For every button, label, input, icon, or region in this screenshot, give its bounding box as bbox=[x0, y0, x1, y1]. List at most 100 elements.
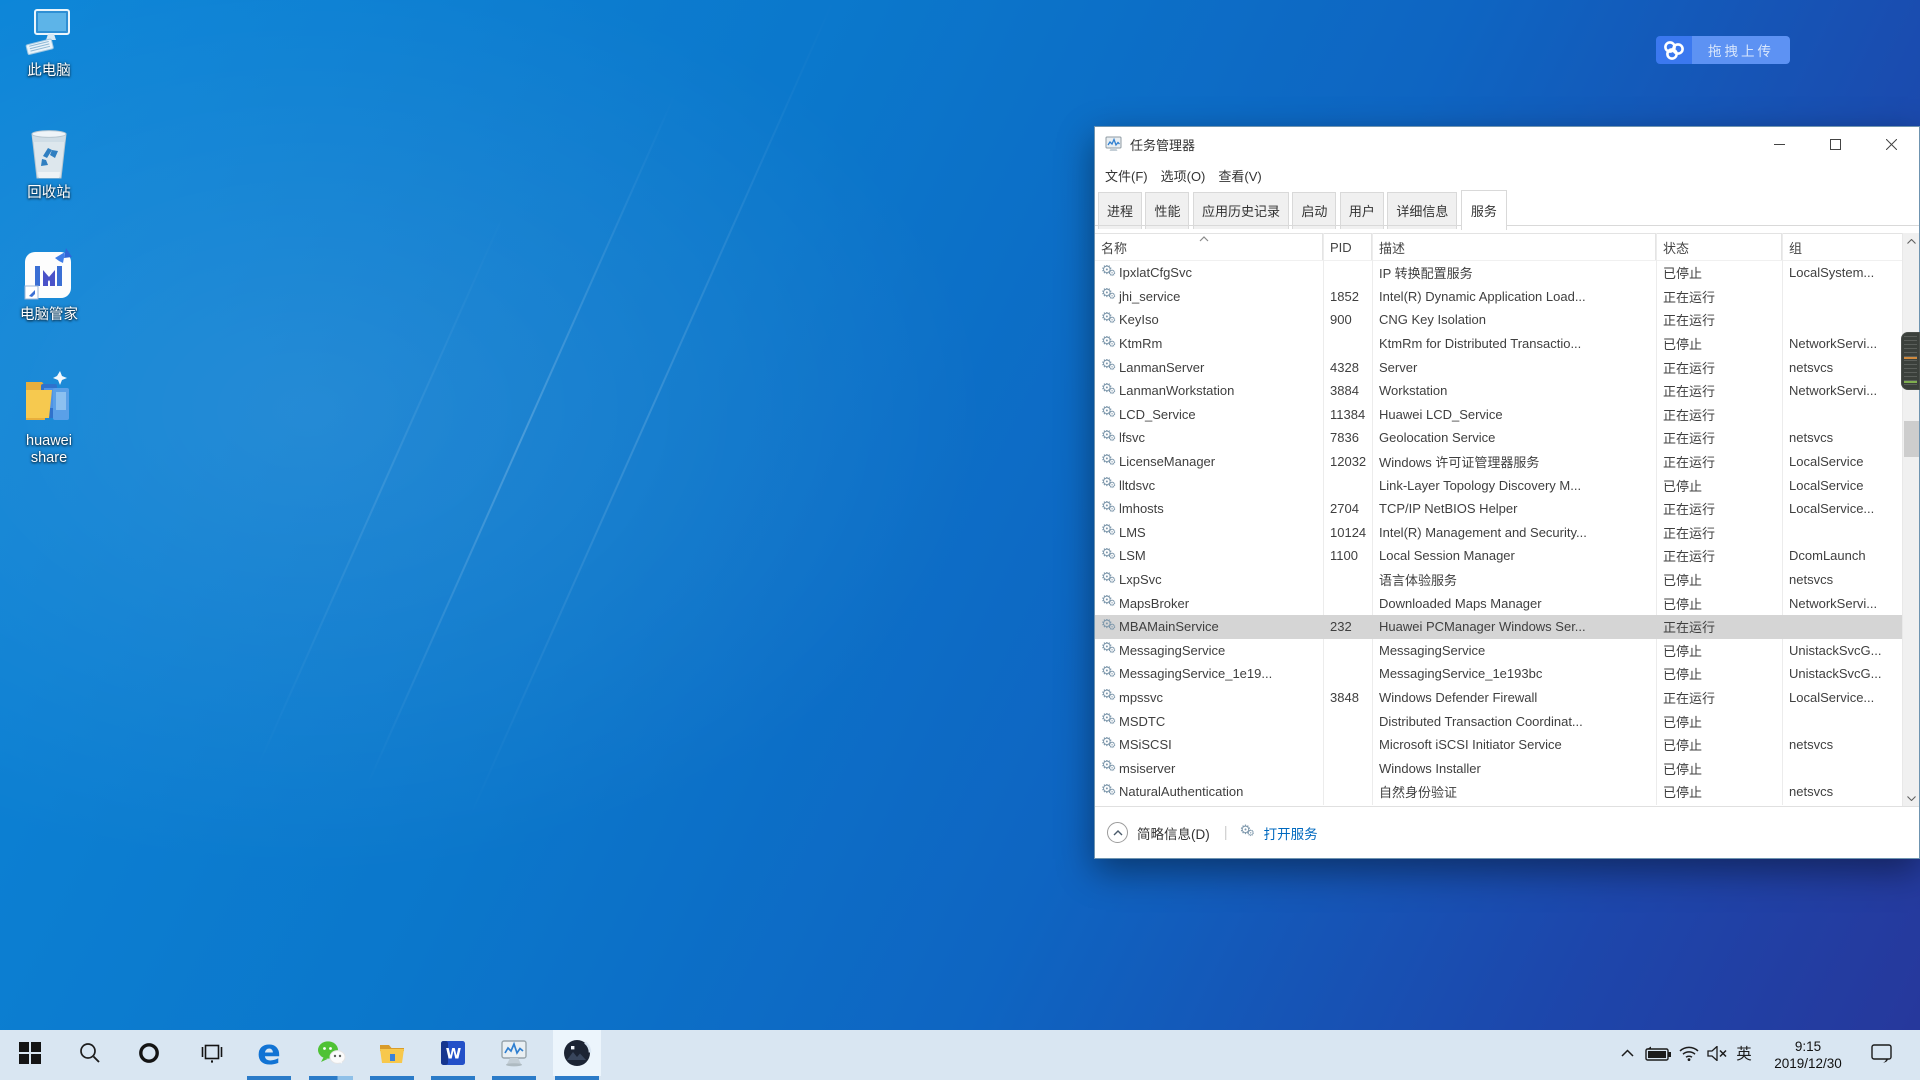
tab-details[interactable]: 详细信息 bbox=[1387, 192, 1457, 229]
running-indicator-word bbox=[431, 1076, 475, 1080]
service-group: UnistackSvcG... bbox=[1782, 666, 1904, 681]
service-group: NetworkServi... bbox=[1782, 596, 1904, 611]
taskbar-app-word[interactable]: W bbox=[429, 1030, 477, 1076]
table-row[interactable]: LanmanWorkstation 3884 Workstation 正在运行 … bbox=[1095, 379, 1904, 403]
service-status: 已停止 bbox=[1656, 735, 1782, 754]
table-row[interactable]: MSDTC Distributed Transaction Coordinat.… bbox=[1095, 709, 1904, 733]
battery-charging-icon bbox=[1645, 1046, 1672, 1061]
service-gear-icon bbox=[1101, 572, 1119, 588]
service-name: mpssvc bbox=[1119, 690, 1163, 705]
scrollbar-thumb[interactable] bbox=[1904, 421, 1919, 457]
service-name: msiserver bbox=[1119, 761, 1175, 776]
service-pid: 7836 bbox=[1323, 430, 1372, 445]
service-description: Windows Defender Firewall bbox=[1372, 690, 1656, 705]
taskbar-app-wechat[interactable] bbox=[307, 1030, 355, 1076]
table-row[interactable]: MapsBroker Downloaded Maps Manager 已停止 N… bbox=[1095, 591, 1904, 615]
scroll-down-icon[interactable] bbox=[1903, 790, 1919, 807]
table-row[interactable]: LicenseManager 12032 Windows 许可证管理器服务 正在… bbox=[1095, 450, 1904, 474]
screen-edge-grip-widget[interactable] bbox=[1901, 332, 1920, 390]
service-group: netsvcs bbox=[1782, 572, 1904, 587]
vertical-scrollbar[interactable] bbox=[1902, 233, 1919, 807]
service-description: Intel(R) Management and Security... bbox=[1372, 525, 1656, 540]
service-group: UnistackSvcG... bbox=[1782, 643, 1904, 658]
service-status: 正在运行 bbox=[1656, 499, 1782, 518]
table-row[interactable]: LMS 10124 Intel(R) Management and Securi… bbox=[1095, 521, 1904, 545]
column-header-pid[interactable]: PID bbox=[1323, 234, 1372, 260]
tab-app-history[interactable]: 应用历史记录 bbox=[1193, 192, 1289, 229]
table-row[interactable]: mpssvc 3848 Windows Defender Firewall 正在… bbox=[1095, 686, 1904, 710]
service-name: LicenseManager bbox=[1119, 454, 1215, 469]
tab-performance[interactable]: 性能 bbox=[1145, 192, 1189, 229]
search-button[interactable] bbox=[66, 1030, 114, 1076]
tab-users[interactable]: 用户 bbox=[1340, 192, 1384, 229]
taskbar-app-gallery[interactable] bbox=[553, 1030, 601, 1076]
table-row[interactable]: MessagingService_1e19... MessagingServic… bbox=[1095, 662, 1904, 686]
desktop-icon-huawei-share[interactable]: huawei share bbox=[10, 368, 88, 467]
service-gear-icon bbox=[1101, 784, 1119, 800]
netdisk-upload-widget[interactable]: 拖拽上传 bbox=[1656, 36, 1790, 64]
maximize-button[interactable] bbox=[1807, 127, 1863, 161]
service-gear-icon bbox=[1101, 430, 1119, 446]
start-button[interactable] bbox=[6, 1030, 54, 1076]
file-explorer-icon bbox=[378, 1041, 406, 1065]
service-status: 已停止 bbox=[1656, 263, 1782, 282]
action-center-button[interactable] bbox=[1864, 1030, 1898, 1076]
column-header-group[interactable]: 组 bbox=[1782, 234, 1904, 260]
column-header-status[interactable]: 状态 bbox=[1656, 234, 1782, 260]
column-header-description[interactable]: 描述 bbox=[1372, 234, 1656, 260]
table-row[interactable]: KtmRm KtmRm for Distributed Transactio..… bbox=[1095, 332, 1904, 356]
service-description: Microsoft iSCSI Initiator Service bbox=[1372, 737, 1656, 752]
table-row[interactable]: KeyIso 900 CNG Key Isolation 正在运行 bbox=[1095, 308, 1904, 332]
menu-file[interactable]: 文件(F) bbox=[1105, 166, 1148, 185]
tray-battery[interactable] bbox=[1642, 1030, 1674, 1076]
table-row[interactable]: lfsvc 7836 Geolocation Service 正在运行 nets… bbox=[1095, 426, 1904, 450]
desktop-icon-label: 回收站 bbox=[13, 185, 85, 202]
column-header-name[interactable]: 名称 bbox=[1095, 234, 1323, 260]
desktop-icon-recycle-bin[interactable]: 回收站 bbox=[10, 126, 88, 202]
service-group: NetworkServi... bbox=[1782, 383, 1904, 398]
table-row[interactable]: NaturalAuthentication 自然身份验证 已停止 netsvcs bbox=[1095, 780, 1904, 804]
table-row[interactable]: msiserver Windows Installer 已停止 bbox=[1095, 756, 1904, 780]
tab-processes[interactable]: 进程 bbox=[1098, 192, 1142, 229]
desktop: { "desktop": { "icons": [ {"label": "此电脑… bbox=[0, 0, 1920, 1080]
taskbar-app-edge[interactable]: e bbox=[245, 1030, 293, 1076]
tray-wifi[interactable] bbox=[1675, 1030, 1703, 1076]
table-row[interactable]: lltdsvc Link-Layer Topology Discovery M.… bbox=[1095, 473, 1904, 497]
table-row[interactable]: MessagingService MessagingService 已停止 Un… bbox=[1095, 639, 1904, 663]
tray-volume-muted[interactable] bbox=[1703, 1030, 1731, 1076]
table-row[interactable]: LanmanServer 4328 Server 正在运行 netsvcs bbox=[1095, 355, 1904, 379]
title-bar[interactable]: 任务管理器 bbox=[1095, 127, 1919, 161]
table-row[interactable]: lmhosts 2704 TCP/IP NetBIOS Helper 正在运行 … bbox=[1095, 497, 1904, 521]
fewer-details-button[interactable]: 简略信息(D) bbox=[1137, 823, 1210, 843]
service-description: 自然身份验证 bbox=[1372, 782, 1656, 801]
close-button[interactable] bbox=[1863, 127, 1919, 161]
taskbar-app-file-explorer[interactable] bbox=[368, 1030, 416, 1076]
cortana-button[interactable] bbox=[125, 1030, 173, 1076]
table-row[interactable]: LxpSvc 语言体验服务 已停止 netsvcs bbox=[1095, 568, 1904, 592]
word-icon: W bbox=[440, 1040, 466, 1066]
table-row[interactable]: LCD_Service 11384 Huawei LCD_Service 正在运… bbox=[1095, 403, 1904, 427]
tab-services[interactable]: 服务 bbox=[1461, 190, 1507, 230]
minimize-button[interactable] bbox=[1751, 127, 1807, 161]
table-row[interactable]: LSM 1100 Local Session Manager 正在运行 Dcom… bbox=[1095, 544, 1904, 568]
taskbar-app-task-manager[interactable] bbox=[490, 1030, 538, 1076]
service-gear-icon bbox=[1101, 595, 1119, 611]
tab-startup[interactable]: 启动 bbox=[1292, 192, 1336, 229]
service-description: Windows 许可证管理器服务 bbox=[1372, 452, 1656, 471]
tray-clock[interactable]: 9:15 2019/12/30 bbox=[1760, 1030, 1856, 1080]
tray-ime-language[interactable]: 英 bbox=[1731, 1030, 1757, 1076]
tray-show-hidden-icons[interactable] bbox=[1613, 1030, 1641, 1076]
drag-upload-button[interactable]: 拖拽上传 bbox=[1692, 36, 1790, 64]
table-row[interactable]: IpxlatCfgSvc IP 转换配置服务 已停止 LocalSystem..… bbox=[1095, 261, 1904, 285]
service-group: netsvcs bbox=[1782, 784, 1904, 799]
table-row[interactable]: MSiSCSI Microsoft iSCSI Initiator Servic… bbox=[1095, 733, 1904, 757]
scroll-up-icon[interactable] bbox=[1903, 233, 1919, 250]
open-services-link[interactable]: 打开服务 bbox=[1264, 823, 1318, 843]
table-row[interactable]: jhi_service 1852 Intel(R) Dynamic Applic… bbox=[1095, 285, 1904, 309]
table-row[interactable]: MBAMainService 232 Huawei PCManager Wind… bbox=[1095, 615, 1904, 639]
menu-view[interactable]: 查看(V) bbox=[1218, 166, 1261, 185]
menu-options[interactable]: 选项(O) bbox=[1161, 166, 1206, 185]
desktop-icon-pc-manager[interactable]: 电脑管家 bbox=[10, 244, 88, 324]
task-view-button[interactable] bbox=[188, 1030, 236, 1076]
desktop-icon-this-pc[interactable]: 此电脑 bbox=[10, 6, 88, 80]
